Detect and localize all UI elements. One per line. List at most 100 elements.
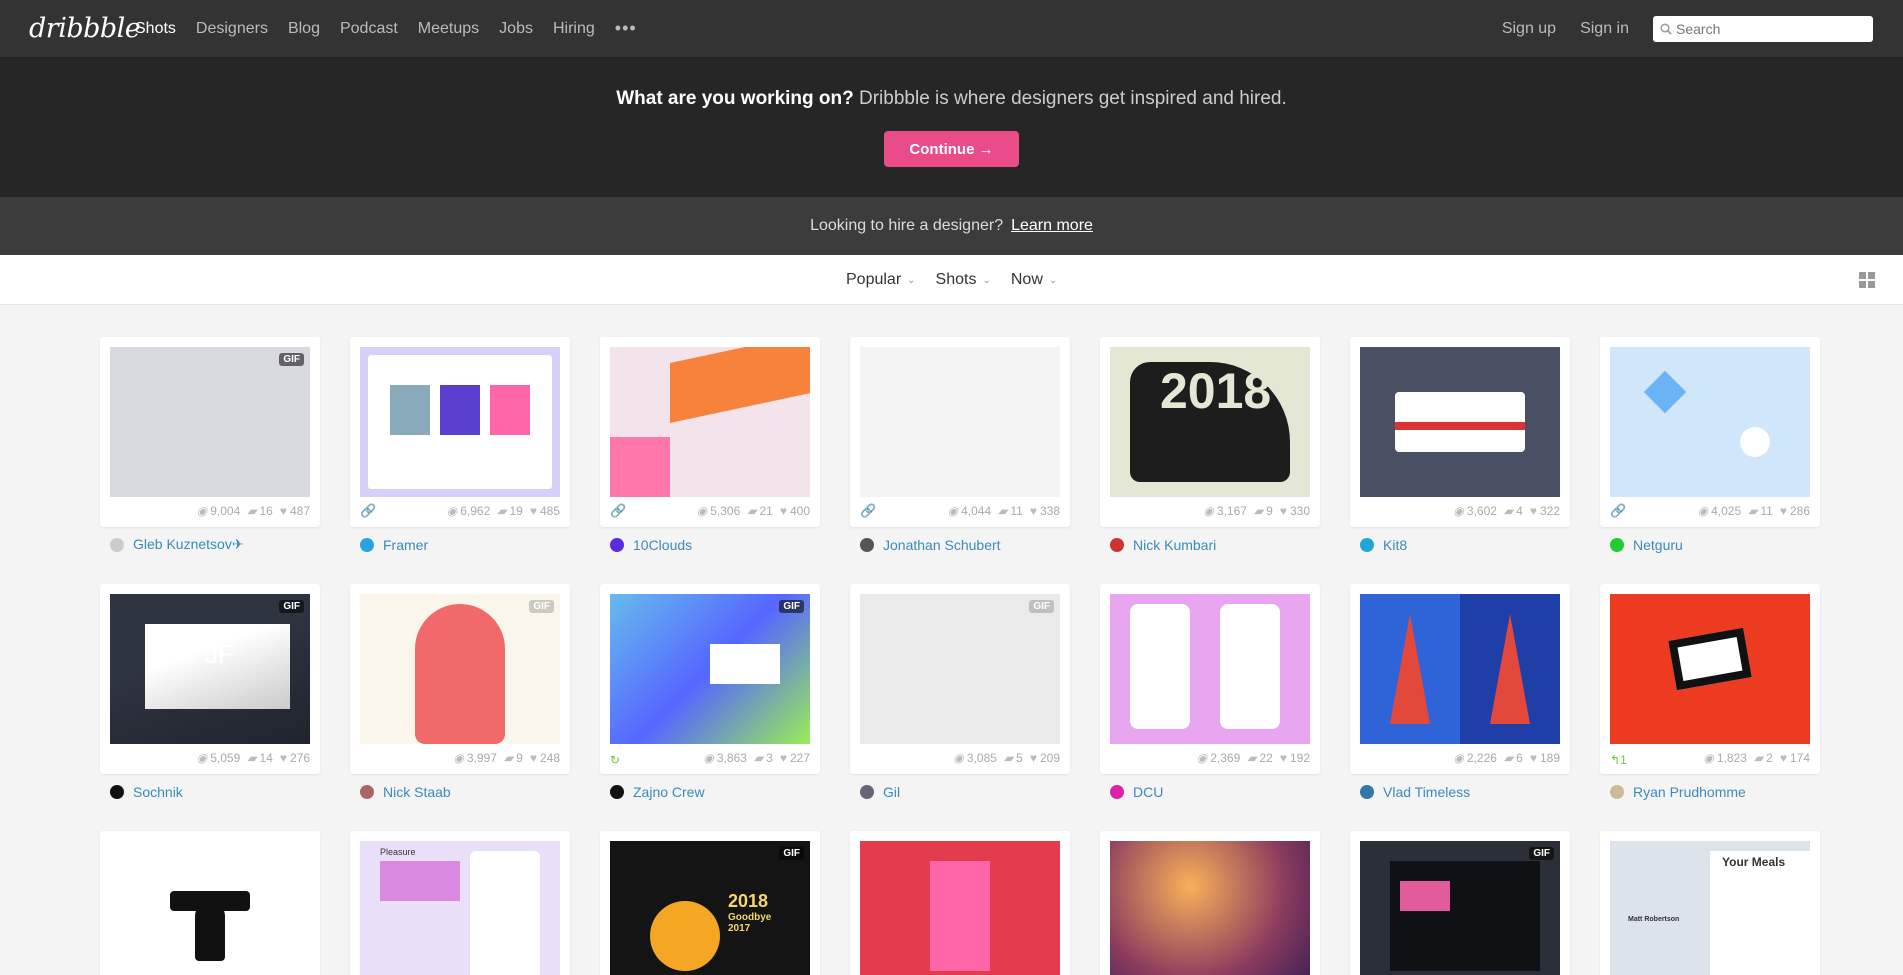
comments-count[interactable]: ▰ 5 xyxy=(1004,751,1023,765)
likes-count[interactable]: ♥ 487 xyxy=(280,504,310,518)
shot-author[interactable]: Nick Kumbari xyxy=(1100,527,1320,562)
comments-count[interactable]: ▰ 3 xyxy=(754,751,773,765)
avatar[interactable] xyxy=(1610,537,1624,552)
comments-count[interactable]: ▰ 6 xyxy=(1504,751,1523,765)
nav-shots[interactable]: Shots xyxy=(135,20,176,38)
continue-button[interactable]: Continue → xyxy=(884,131,1019,167)
likes-count[interactable]: ♥ 400 xyxy=(780,504,810,518)
comments-count[interactable]: ▰ 2 xyxy=(1754,751,1773,765)
author-name[interactable]: Ryan Prudhomme xyxy=(1633,784,1746,800)
author-name[interactable]: Gleb Kuznetsov✈ xyxy=(133,536,244,553)
avatar[interactable] xyxy=(360,537,374,552)
comments-count[interactable]: ▰ 4 xyxy=(1504,504,1523,518)
author-name[interactable]: Kit8 xyxy=(1383,537,1407,553)
avatar[interactable] xyxy=(610,784,624,799)
comments-count[interactable]: ▰ 9 xyxy=(504,751,523,765)
author-name[interactable]: DCU xyxy=(1133,784,1163,800)
avatar[interactable] xyxy=(610,537,624,552)
shot-card[interactable]: Pleasure xyxy=(350,831,570,975)
shot-card[interactable]: 🔗 ◉ 4,025 ▰ 11 ♥ 286 xyxy=(1600,337,1820,527)
likes-count[interactable]: ♥ 276 xyxy=(280,751,310,765)
shot-author[interactable]: Framer xyxy=(350,527,570,562)
shot-author[interactable]: DCU xyxy=(1100,774,1320,809)
shot-thumbnail[interactable] xyxy=(860,347,1060,497)
avatar[interactable] xyxy=(360,784,374,799)
time-filter[interactable]: Now ⌄ xyxy=(1011,271,1057,289)
shot-card[interactable]: 🔗 ◉ 4,044 ▰ 11 ♥ 338 xyxy=(850,337,1070,527)
shot-card[interactable]: 🔗 ◉ 6,962 ▰ 19 ♥ 485 xyxy=(350,337,570,527)
shot-thumbnail[interactable] xyxy=(1110,841,1310,975)
avatar[interactable] xyxy=(860,784,874,799)
search-input[interactable] xyxy=(1676,20,1866,37)
shot-card[interactable]: GIF ◉ 3,997 ▰ 9 ♥ 248 xyxy=(350,584,570,774)
avatar[interactable] xyxy=(1360,537,1374,552)
comments-count[interactable]: ▰ 9 xyxy=(1254,504,1273,518)
author-name[interactable]: Nick Kumbari xyxy=(1133,537,1216,553)
avatar[interactable] xyxy=(1610,784,1624,799)
avatar[interactable] xyxy=(860,537,874,552)
shot-author[interactable]: Kit8 xyxy=(1350,527,1570,562)
shot-card[interactable]: ◉ 3,602 ▰ 4 ♥ 322 xyxy=(1350,337,1570,527)
likes-count[interactable]: ♥ 286 xyxy=(1780,504,1810,518)
shot-thumbnail[interactable] xyxy=(1110,594,1310,744)
shot-card[interactable]: Your Meals Matt Robertson xyxy=(1600,831,1820,975)
shot-thumbnail[interactable]: Pleasure xyxy=(360,841,560,975)
sign-in-link[interactable]: Sign in xyxy=(1580,20,1629,38)
nav-blog[interactable]: Blog xyxy=(288,20,320,38)
nav-jobs[interactable]: Jobs xyxy=(499,20,533,38)
shot-thumbnail[interactable]: GIF xyxy=(360,594,560,744)
nav-designers[interactable]: Designers xyxy=(196,20,268,38)
likes-count[interactable]: ♥ 485 xyxy=(530,504,560,518)
avatar[interactable] xyxy=(1360,784,1374,799)
shot-author[interactable]: Ryan Prudhomme xyxy=(1600,774,1820,809)
comments-count[interactable]: ▰ 22 xyxy=(1247,751,1273,765)
shot-card[interactable]: GIF xyxy=(1350,831,1570,975)
shot-thumbnail[interactable] xyxy=(360,347,560,497)
shot-thumbnail[interactable]: GIF xyxy=(610,594,810,744)
shot-card[interactable]: GIF ◉ 9,004 ▰ 16 ♥ 487 xyxy=(100,337,320,527)
grid-view-icon[interactable] xyxy=(1859,272,1875,288)
learn-more-link[interactable]: Learn more xyxy=(1011,217,1093,235)
dribbble-logo[interactable]: dribbble xyxy=(29,13,141,44)
author-name[interactable]: Zajno Crew xyxy=(633,784,705,800)
avatar[interactable] xyxy=(1110,537,1124,552)
shot-author[interactable]: Netguru xyxy=(1600,527,1820,562)
shot-author[interactable]: Vlad Timeless xyxy=(1350,774,1570,809)
shot-thumbnail[interactable] xyxy=(110,841,310,975)
author-name[interactable]: Nick Staab xyxy=(383,784,451,800)
comments-count[interactable]: ▰ 21 xyxy=(747,504,773,518)
author-name[interactable]: 10Clouds xyxy=(633,537,692,553)
shot-card[interactable]: ◉ 2,226 ▰ 6 ♥ 189 xyxy=(1350,584,1570,774)
shot-card[interactable]: GIF ↻ ◉ 3,863 ▰ 3 ♥ 227 xyxy=(600,584,820,774)
shot-card[interactable] xyxy=(100,831,320,975)
likes-count[interactable]: ♥ 209 xyxy=(1030,751,1060,765)
comments-count[interactable]: ▰ 11 xyxy=(1748,504,1773,518)
likes-count[interactable]: ♥ 174 xyxy=(1780,751,1810,765)
comments-count[interactable]: ▰ 19 xyxy=(497,504,523,518)
nav-podcast[interactable]: Podcast xyxy=(340,20,398,38)
author-name[interactable]: Gil xyxy=(883,784,900,800)
shot-author[interactable]: Zajno Crew xyxy=(600,774,820,809)
shot-card[interactable]: JF GIF ◉ 5,059 ▰ 14 ♥ 276 xyxy=(100,584,320,774)
author-name[interactable]: Netguru xyxy=(1633,537,1683,553)
sort-filter[interactable]: Popular ⌄ xyxy=(846,271,916,289)
shot-card[interactable] xyxy=(1100,831,1320,975)
likes-count[interactable]: ♥ 189 xyxy=(1530,751,1560,765)
type-filter[interactable]: Shots ⌄ xyxy=(936,271,991,289)
likes-count[interactable]: ♥ 192 xyxy=(1280,751,1310,765)
shot-card[interactable]: ◉ 2,369 ▰ 22 ♥ 192 xyxy=(1100,584,1320,774)
shot-thumbnail[interactable] xyxy=(1610,594,1810,744)
shot-thumbnail[interactable]: GIF xyxy=(860,594,1060,744)
comments-count[interactable]: ▰ 11 xyxy=(998,504,1023,518)
comments-count[interactable]: ▰ 16 xyxy=(247,504,273,518)
likes-count[interactable]: ♥ 338 xyxy=(1030,504,1060,518)
shot-author[interactable]: Nick Staab xyxy=(350,774,570,809)
nav-meetups[interactable]: Meetups xyxy=(418,20,479,38)
shot-thumbnail[interactable]: 2018 Goodbye 2017 GIF xyxy=(610,841,810,975)
author-name[interactable]: Jonathan Schubert xyxy=(883,537,1001,553)
likes-count[interactable]: ♥ 330 xyxy=(1280,504,1310,518)
shot-card[interactable]: GIF ◉ 3,085 ▰ 5 ♥ 209 xyxy=(850,584,1070,774)
shot-thumbnail[interactable]: Your Meals Matt Robertson xyxy=(1610,841,1810,975)
shot-card[interactable]: 2018 Goodbye 2017 GIF xyxy=(600,831,820,975)
sign-up-link[interactable]: Sign up xyxy=(1502,20,1556,38)
